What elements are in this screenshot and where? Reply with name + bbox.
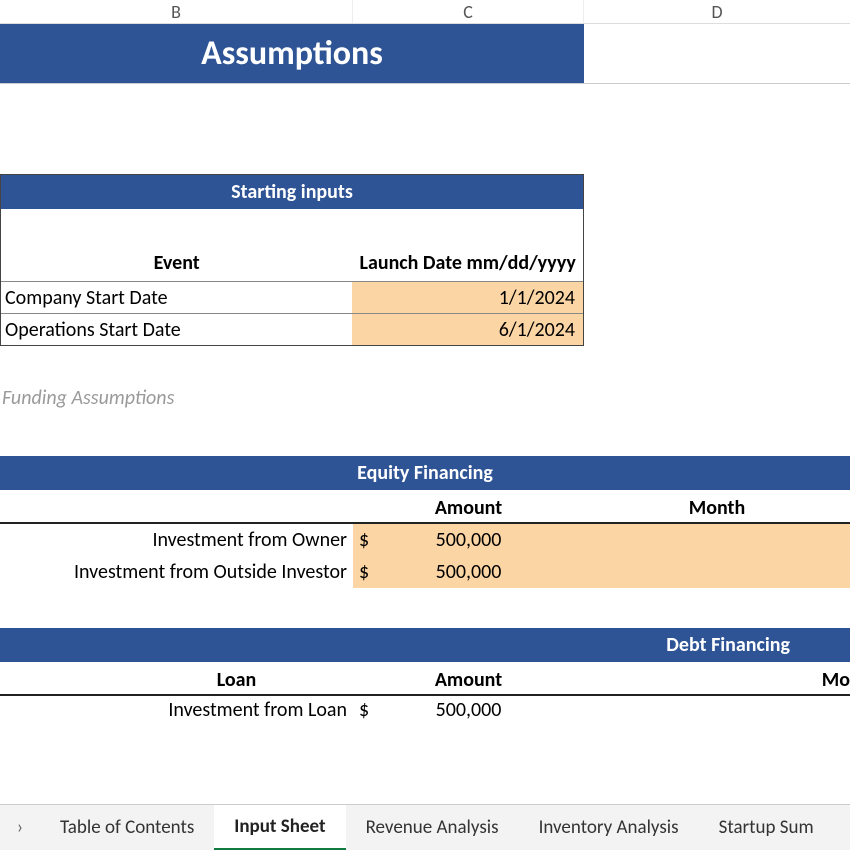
column-header-c[interactable]: C <box>353 0 584 23</box>
cell-label[interactable]: Investment from Outside Investor <box>0 556 353 588</box>
table-row: Investment from Owner $ 500,000 <box>0 524 850 556</box>
debt-header-text: Debt Financing <box>666 633 790 657</box>
tab-startup-summary[interactable]: Startup Sum <box>699 805 834 850</box>
label-amount: Amount <box>353 668 584 694</box>
cell-date-input[interactable]: 6/1/2024 <box>352 314 583 345</box>
worksheet-area[interactable]: Assumptions Starting inputs Event Launch… <box>0 24 850 726</box>
cell-event[interactable]: Operations Start Date <box>1 314 352 345</box>
tab-scroll-right-icon[interactable]: › <box>0 816 40 839</box>
cell-label[interactable]: Investment from Loan <box>0 696 353 726</box>
cell-date-input[interactable]: 1/1/2024 <box>352 282 583 313</box>
currency-symbol: $ <box>359 698 369 722</box>
tab-table-of-contents[interactable]: Table of Contents <box>40 805 214 850</box>
label-loan: Loan <box>0 668 353 694</box>
tab-input-sheet[interactable]: Input Sheet <box>214 805 345 850</box>
equity-financing-table: Equity Financing Amount Month Investment… <box>0 456 850 588</box>
tab-inventory-analysis[interactable]: Inventory Analysis <box>519 805 699 850</box>
title-right-cell[interactable] <box>584 24 850 84</box>
cell-month-input[interactable] <box>584 556 850 588</box>
page-title: Assumptions <box>0 24 584 84</box>
currency-symbol: $ <box>359 528 369 552</box>
debt-column-labels: Loan Amount Mo <box>0 662 850 696</box>
tab-revenue-analysis[interactable]: Revenue Analysis <box>346 805 519 850</box>
label-amount: Amount <box>353 496 584 522</box>
label-month-partial: Mo <box>584 668 850 694</box>
debt-financing-table: Debt Financing Loan Amount Mo Investment… <box>0 628 850 726</box>
table-row: Company Start Date 1/1/2024 <box>1 281 583 313</box>
label-event: Event <box>1 251 352 281</box>
starting-inputs-header: Starting inputs <box>1 175 583 209</box>
amount-value: 500,000 <box>353 528 584 552</box>
label-month: Month <box>584 496 850 522</box>
equity-header: Equity Financing <box>0 456 850 490</box>
cell-amount-input[interactable]: $ 500,000 <box>353 524 584 556</box>
label-launch-date: Launch Date mm/dd/yyyy <box>352 251 583 281</box>
cell-month-input[interactable] <box>584 524 850 556</box>
cell-label[interactable]: Investment from Owner <box>0 524 353 556</box>
sheet-tab-bar: › Table of Contents Input Sheet Revenue … <box>0 804 850 850</box>
currency-symbol: $ <box>359 560 369 584</box>
amount-value: 500,000 <box>353 698 584 722</box>
cell-amount-input[interactable]: $ 500,000 <box>353 696 584 726</box>
column-header-b[interactable]: B <box>0 0 353 23</box>
equity-column-labels: Amount Month <box>0 490 850 524</box>
table-row: Investment from Loan $ 500,000 <box>0 696 850 726</box>
amount-value: 500,000 <box>353 560 584 584</box>
debt-header: Debt Financing <box>0 628 850 662</box>
starting-inputs-table: Starting inputs Event Launch Date mm/dd/… <box>0 174 584 346</box>
cell-event[interactable]: Company Start Date <box>1 282 352 313</box>
cell-amount-input[interactable]: $ 500,000 <box>353 556 584 588</box>
column-header-row: B C D <box>0 0 850 24</box>
column-header-d[interactable]: D <box>584 0 850 23</box>
table-row: Operations Start Date 6/1/2024 <box>1 313 583 345</box>
funding-assumptions-note: Funding Assumptions <box>0 386 850 410</box>
table-row: Investment from Outside Investor $ 500,0… <box>0 556 850 588</box>
starting-column-labels: Event Launch Date mm/dd/yyyy <box>1 209 583 281</box>
